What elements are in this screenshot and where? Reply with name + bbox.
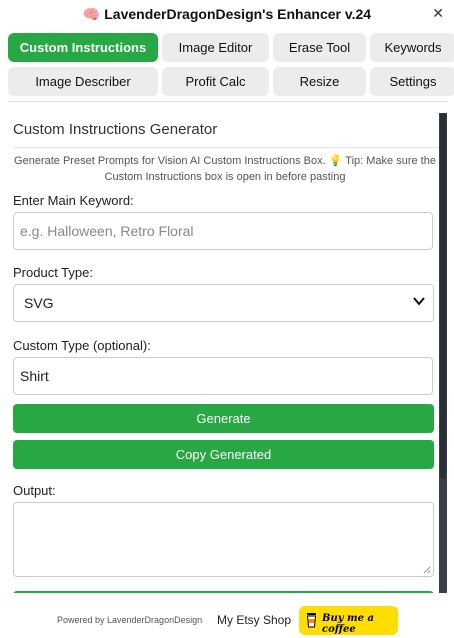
output-textarea[interactable] <box>13 502 434 577</box>
tab-custom-instructions[interactable]: Custom Instructions <box>8 33 158 62</box>
etsy-shop-link[interactable]: My Etsy Shop <box>217 613 291 627</box>
tab-keywords[interactable]: Keywords <box>370 33 454 62</box>
custom-type-input[interactable]: Shirt <box>13 357 433 395</box>
keyword-input[interactable] <box>13 212 433 250</box>
tab-erase-tool[interactable]: Erase Tool <box>273 33 366 62</box>
tab-resize[interactable]: Resize <box>273 67 366 96</box>
close-icon[interactable]: ✕ <box>432 5 444 22</box>
product-type-value: SVG <box>24 295 54 311</box>
keyword-label: Enter Main Keyword: <box>13 193 134 208</box>
app-header: 🧠 LavenderDragonDesign's Enhancer v.24 ✕ <box>0 0 454 30</box>
panel-scrollbar[interactable] <box>439 113 447 593</box>
resize-handle-icon[interactable] <box>423 566 431 574</box>
copy-generated-button[interactable]: Copy Generated <box>13 440 434 469</box>
partial-button[interactable] <box>13 591 434 593</box>
buy-me-a-coffee-button[interactable]: Buy me a coffee <box>299 606 398 635</box>
tab-profit-calc[interactable]: Profit Calc <box>162 67 269 96</box>
panel-divider <box>13 147 439 148</box>
coffee-label: Buy me a coffee <box>322 613 374 635</box>
panel-title: Custom Instructions Generator <box>13 121 218 138</box>
tab-image-describer[interactable]: Image Describer <box>8 67 158 96</box>
custom-instructions-panel: Custom Instructions Generator Generate P… <box>8 113 439 593</box>
footer: Powered by LavenderDragonDesign My Etsy … <box>0 603 454 635</box>
powered-by-text: Powered by LavenderDragonDesign <box>57 615 203 625</box>
output-label: Output: <box>13 483 56 498</box>
chevron-down-icon <box>413 295 425 309</box>
coffee-cup-icon <box>306 613 317 628</box>
scrollbar-thumb[interactable] <box>440 113 446 479</box>
tab-bar-row-2: Image Describer Profit Calc Resize Setti… <box>8 67 454 96</box>
tab-image-editor[interactable]: Image Editor <box>162 33 269 62</box>
tab-bar-row-1: Custom Instructions Image Editor Erase T… <box>8 33 454 62</box>
tab-settings[interactable]: Settings <box>370 67 454 96</box>
product-type-select[interactable]: SVG <box>13 284 434 322</box>
generate-button[interactable]: Generate <box>13 404 434 433</box>
custom-type-value: Shirt <box>20 368 49 384</box>
custom-type-label: Custom Type (optional): <box>13 338 151 353</box>
app-title: 🧠 LavenderDragonDesign's Enhancer v.24 <box>82 6 372 22</box>
product-type-label: Product Type: <box>13 265 93 280</box>
header-divider <box>8 101 448 102</box>
tip-text: Generate Preset Prompts for Vision AI Cu… <box>14 155 436 183</box>
